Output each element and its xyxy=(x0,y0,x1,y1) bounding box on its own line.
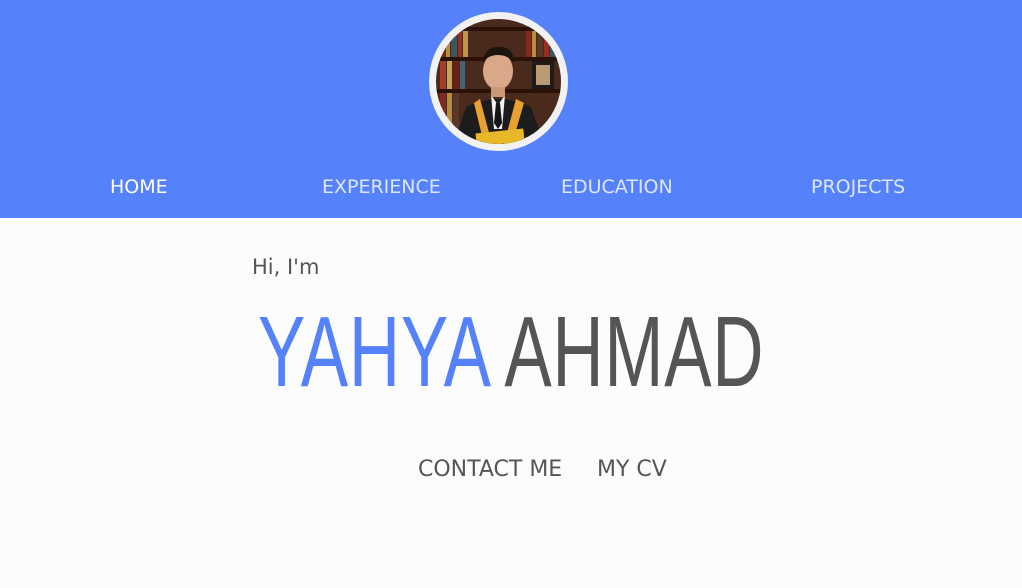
last-name: AHMAD xyxy=(504,296,765,408)
nav-projects[interactable]: PROJECTS xyxy=(811,176,905,200)
profile-photo xyxy=(436,19,561,144)
greeting-text: Hi, I'm xyxy=(252,255,320,279)
nav-home[interactable]: HOME xyxy=(110,176,168,200)
nav-education[interactable]: EDUCATION xyxy=(561,176,673,200)
my-cv-button[interactable]: MY CV xyxy=(597,457,667,482)
nav-experience[interactable]: EXPERIENCE xyxy=(322,176,441,200)
avatar xyxy=(429,12,568,151)
first-name: YAHYA xyxy=(258,296,488,408)
hero-name: YAHYA AHMAD xyxy=(258,296,764,408)
contact-me-button[interactable]: CONTACT ME xyxy=(418,457,562,482)
header-banner: HOME EXPERIENCE EDUCATION PROJECTS xyxy=(0,0,1022,218)
